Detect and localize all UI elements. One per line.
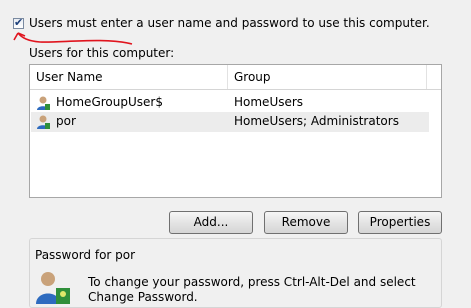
list-row-por[interactable]: por HomeUsers; Administrators bbox=[31, 112, 429, 132]
row-username: HomeGroupUser$ bbox=[56, 95, 163, 109]
row-group: HomeUsers bbox=[234, 95, 304, 109]
users-section-label: Users for this computer: bbox=[29, 46, 175, 60]
row-username: por bbox=[56, 114, 76, 128]
add-button[interactable]: Add... bbox=[169, 211, 253, 234]
column-header-username[interactable]: User Name bbox=[30, 65, 228, 89]
list-row-homegroupuser[interactable]: HomeGroupUser$ HomeUsers bbox=[31, 93, 429, 113]
password-instructions: To change your password, press Ctrl-Alt-… bbox=[88, 275, 416, 304]
list-header: User Name Group bbox=[30, 65, 441, 90]
user-icon bbox=[37, 115, 50, 129]
user-keys-icon bbox=[36, 272, 70, 304]
column-header-group[interactable]: Group bbox=[228, 65, 427, 89]
row-group: HomeUsers; Administrators bbox=[234, 114, 399, 128]
users-list[interactable]: User Name Group HomeGroupUser$ HomeUsers… bbox=[29, 64, 442, 198]
password-group-title: Password for por bbox=[35, 248, 136, 262]
user-icon bbox=[37, 96, 50, 110]
properties-button[interactable]: Properties bbox=[358, 211, 442, 234]
remove-button[interactable]: Remove bbox=[264, 211, 348, 234]
